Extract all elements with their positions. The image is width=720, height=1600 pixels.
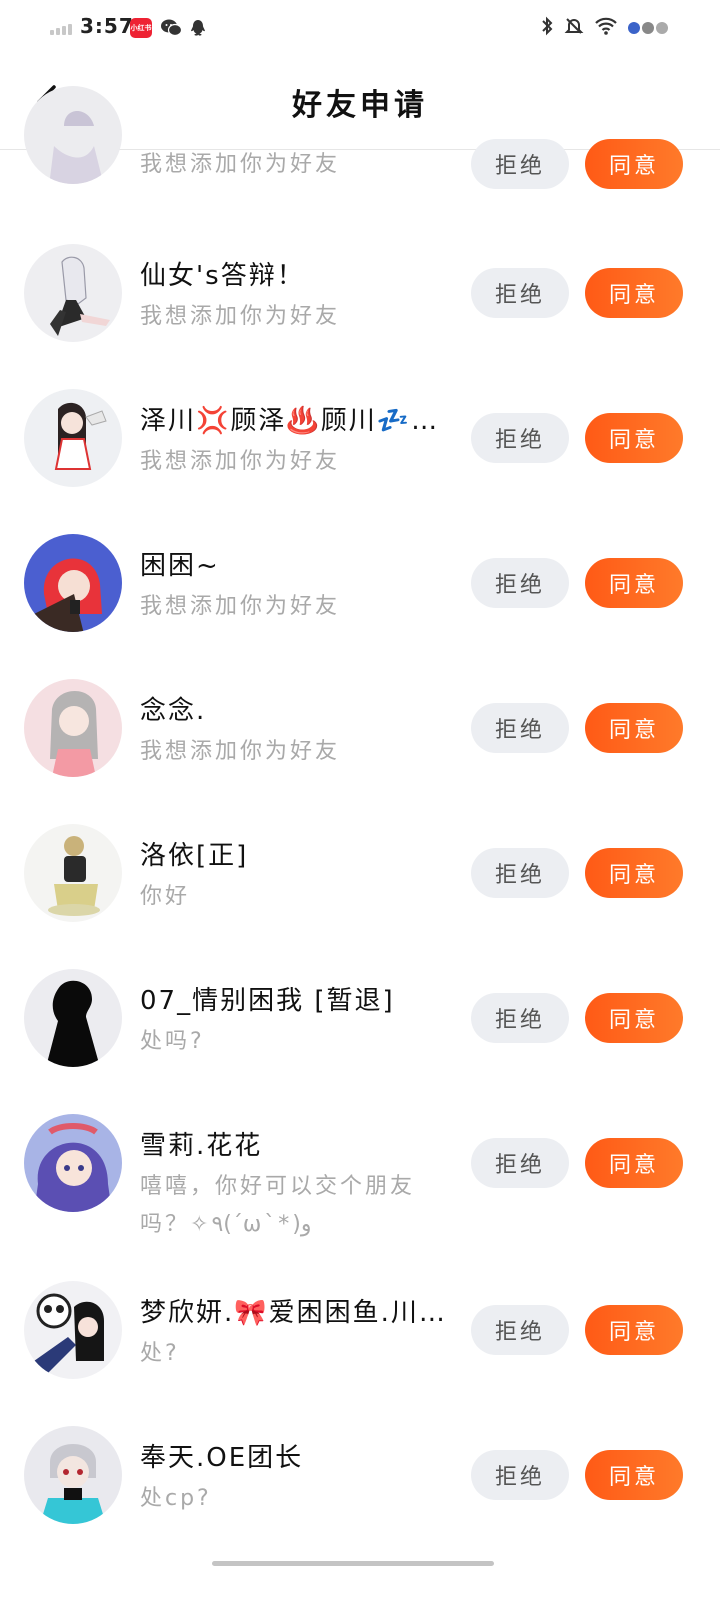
mute-bell-icon [564, 16, 584, 40]
accept-button[interactable]: 同意 [585, 1450, 683, 1500]
requester-name: 洛依[正] [140, 841, 249, 871]
accept-button[interactable]: 同意 [585, 1138, 683, 1188]
reject-button[interactable]: 拒绝 [471, 558, 569, 608]
requester-name: 念念. [140, 696, 207, 726]
avatar[interactable] [24, 1426, 122, 1524]
friend-request-item[interactable]: 洛依[正] 你好 拒绝 同意 [0, 824, 720, 924]
request-message: 我想添加你为好友 [140, 449, 341, 474]
request-text: 泽川💢顾泽♨️顾川💤… 我想添加你为好友 [140, 403, 460, 481]
avatar[interactable] [24, 1281, 122, 1379]
friend-request-item[interactable]: 07_情别困我 [暂退] 处吗? 拒绝 同意 [0, 969, 720, 1069]
accept-button[interactable]: 同意 [585, 413, 683, 463]
accept-button[interactable]: 同意 [585, 268, 683, 318]
requester-name: 梦欣妍.🎀爱困困鱼.川… [140, 1298, 447, 1328]
status-time: 3:57 [80, 14, 134, 38]
reject-button[interactable]: 拒绝 [471, 413, 569, 463]
reject-button[interactable]: 拒绝 [471, 993, 569, 1043]
accept-button[interactable]: 同意 [585, 1305, 683, 1355]
request-text: 洛依[正] 你好 [140, 838, 460, 916]
request-text: 奉天.OE团长 处cp? [140, 1440, 460, 1518]
requester-name: 仙女's答辩！ [140, 261, 305, 291]
request-message: 我想添加你为好友 [140, 739, 341, 764]
friend-requests-screen: 3:57 小红书 好友申请 我想添加你为好友 拒绝 同意 仙女's答辩！ 我想添… [0, 0, 720, 1600]
friend-request-item[interactable]: 念念. 我想添加你为好友 拒绝 同意 [0, 679, 720, 779]
requester-name: 雪莉.花花 [140, 1131, 263, 1161]
request-message: 嘻嘻，你好可以交个朋友吗？✧٩(ˊωˋ*)و [140, 1174, 416, 1237]
friend-request-item[interactable]: 泽川💢顾泽♨️顾川💤… 我想添加你为好友 拒绝 同意 [0, 389, 720, 489]
request-message: 我想添加你为好友 [140, 152, 341, 177]
status-bar: 3:57 小红书 [0, 0, 720, 56]
request-text: 仙女's答辩！ 我想添加你为好友 [140, 258, 460, 336]
accept-button[interactable]: 同意 [585, 848, 683, 898]
requester-name: 07_情别困我 [暂退] [140, 986, 395, 1016]
request-text: 念念. 我想添加你为好友 [140, 693, 460, 771]
accept-button[interactable]: 同意 [585, 993, 683, 1043]
reject-button[interactable]: 拒绝 [471, 1450, 569, 1500]
request-text: 困困~ 我想添加你为好友 [140, 548, 460, 626]
reject-button[interactable]: 拒绝 [471, 848, 569, 898]
friend-request-item[interactable]: 我想添加你为好友 拒绝 同意 [0, 86, 720, 196]
reject-button[interactable]: 拒绝 [471, 1305, 569, 1355]
request-message: 处cp? [140, 1486, 212, 1511]
accept-button[interactable]: 同意 [585, 703, 683, 753]
avatar[interactable] [24, 244, 122, 342]
request-message: 处? [140, 1341, 180, 1366]
request-text: 梦欣妍.🎀爱困困鱼.川… 处? [140, 1295, 460, 1373]
reject-button[interactable]: 拒绝 [471, 268, 569, 318]
request-message: 处吗? [140, 1029, 205, 1054]
dot-indicators [628, 22, 668, 34]
requester-name: 奉天.OE团长 [140, 1443, 304, 1473]
request-message: 你好 [140, 884, 191, 909]
redbook-icon: 小红书 [130, 18, 152, 38]
friend-request-item[interactable]: 奉天.OE团长 处cp? 拒绝 同意 [0, 1426, 720, 1526]
accept-button[interactable]: 同意 [585, 558, 683, 608]
requester-name: 困困~ [140, 551, 220, 581]
home-indicator[interactable] [212, 1561, 494, 1566]
avatar[interactable] [24, 389, 122, 487]
request-message: 我想添加你为好友 [140, 594, 341, 619]
reject-button[interactable]: 拒绝 [471, 139, 569, 189]
signal-icon [50, 24, 72, 35]
avatar[interactable] [24, 86, 122, 184]
reject-button[interactable]: 拒绝 [471, 703, 569, 753]
request-message: 我想添加你为好友 [140, 304, 341, 329]
avatar[interactable] [24, 969, 122, 1067]
friend-request-item[interactable]: 仙女's答辩！ 我想添加你为好友 拒绝 同意 [0, 244, 720, 344]
request-text: 07_情别困我 [暂退] 处吗? [140, 983, 460, 1061]
wechat-icon [160, 18, 183, 38]
status-right-icons [540, 16, 668, 40]
qq-icon [188, 18, 210, 38]
request-text: 雪莉.花花 嘻嘻，你好可以交个朋友吗？✧٩(ˊωˋ*)و [140, 1128, 460, 1244]
avatar[interactable] [24, 824, 122, 922]
request-text: 我想添加你为好友 [140, 146, 460, 184]
friend-request-item[interactable]: 雪莉.花花 嘻嘻，你好可以交个朋友吗？✧٩(ˊωˋ*)و 拒绝 同意 [0, 1114, 720, 1244]
accept-button[interactable]: 同意 [585, 139, 683, 189]
requester-name: 泽川💢顾泽♨️顾川💤… [140, 406, 440, 436]
reject-button[interactable]: 拒绝 [471, 1138, 569, 1188]
avatar[interactable] [24, 679, 122, 777]
friend-request-item[interactable]: 梦欣妍.🎀爱困困鱼.川… 处? 拒绝 同意 [0, 1281, 720, 1381]
avatar[interactable] [24, 534, 122, 632]
bluetooth-icon [540, 16, 554, 40]
wifi-icon [594, 16, 618, 40]
friend-request-item[interactable]: 困困~ 我想添加你为好友 拒绝 同意 [0, 534, 720, 634]
avatar[interactable] [24, 1114, 122, 1212]
